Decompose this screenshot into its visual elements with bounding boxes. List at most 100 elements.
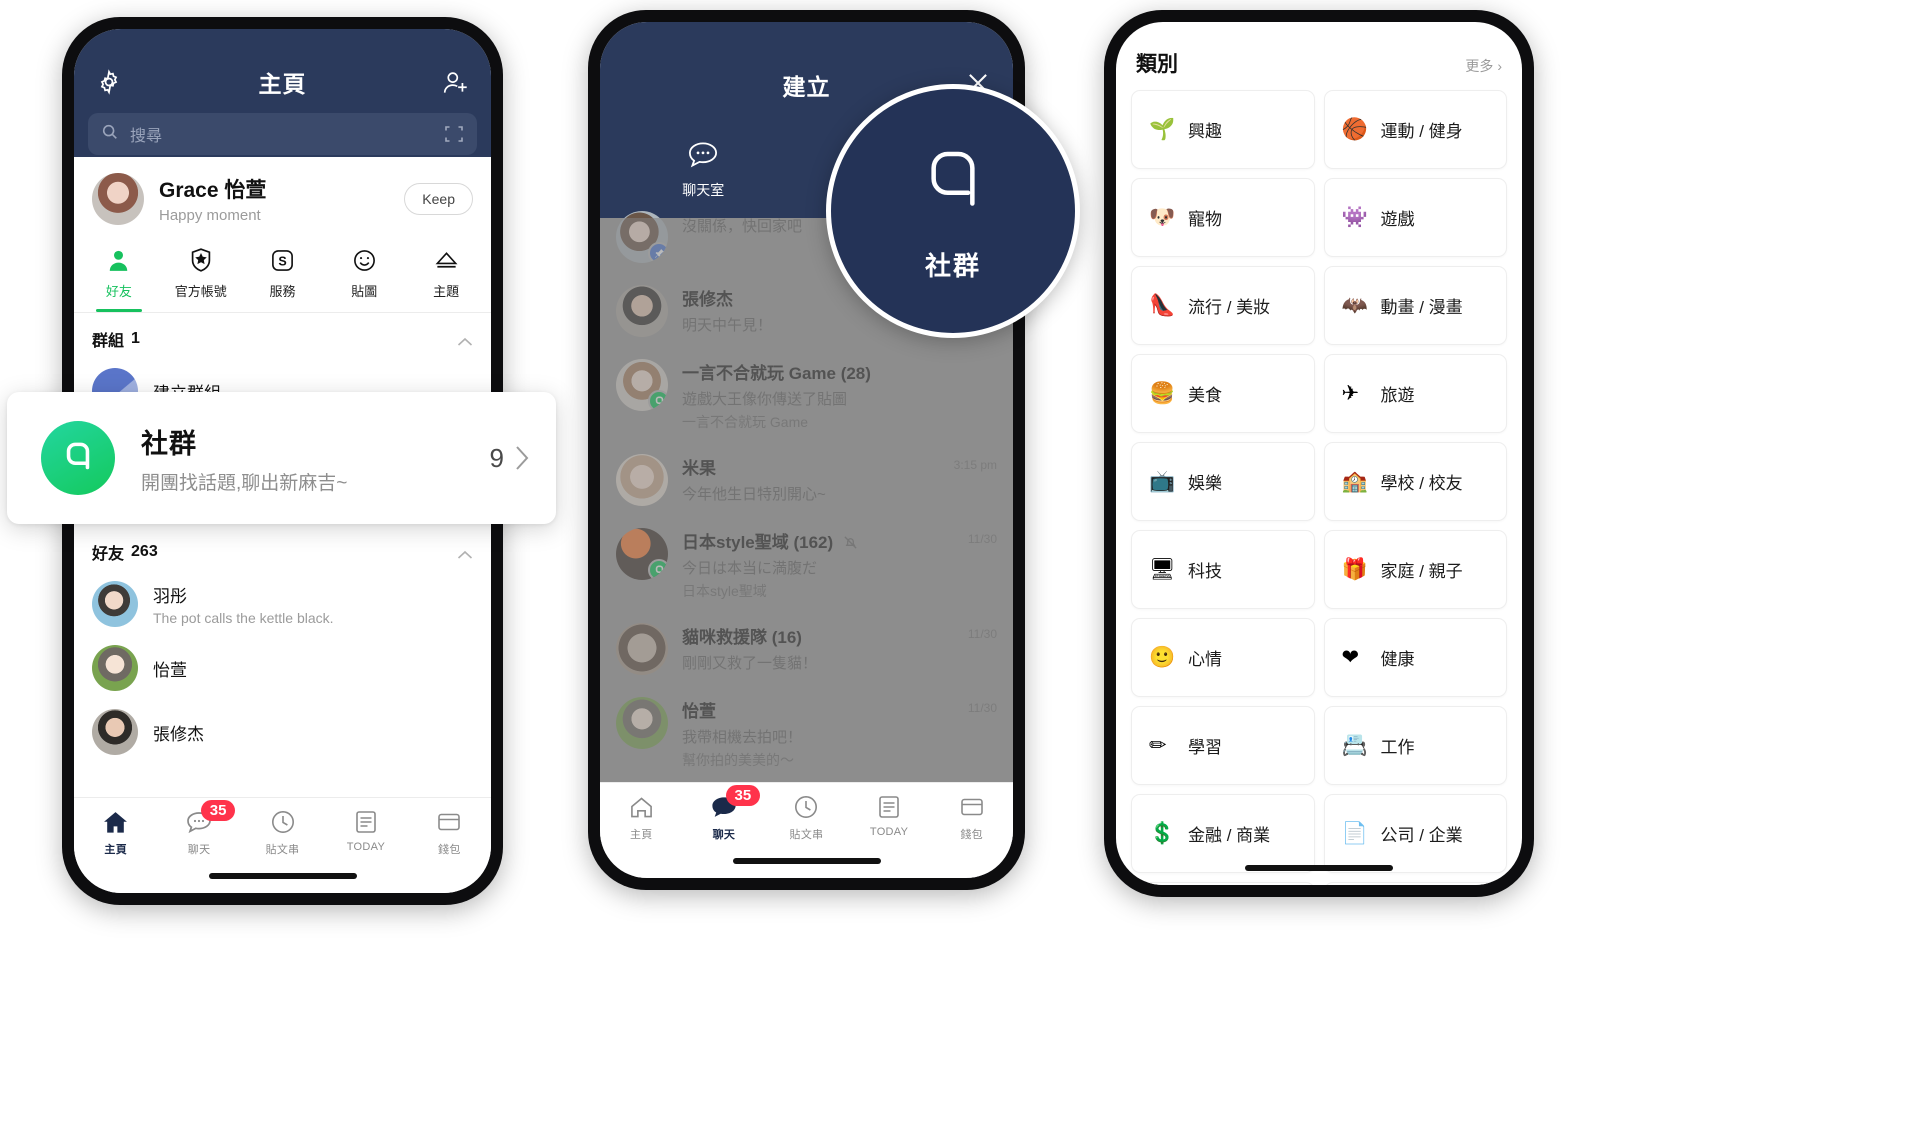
search-input[interactable]: 搜尋 [88, 113, 477, 155]
tab-stickers[interactable]: 貼圖 [323, 245, 405, 312]
list-item[interactable]: 張修杰 [74, 700, 491, 764]
tab-services[interactable]: S 服務 [242, 245, 324, 312]
category-label: 動畫 / 漫畫 [1380, 298, 1463, 317]
chat-body: 一言不合就玩 Game (28) 遊戲大王像你傳送了貼圖 一言不合就玩 Game [682, 359, 991, 432]
category-anime-comics[interactable]: 🦇 動畫 / 漫畫 [1323, 266, 1507, 345]
chat-body: 貓咪救援隊 (16) 剛剛又救了一隻貓！ [682, 623, 962, 673]
create-tab-chatroom[interactable]: 聊天室 [600, 138, 807, 200]
tab-label: 好友 [105, 284, 132, 299]
avatar[interactable] [92, 173, 144, 225]
nav-today[interactable]: TODAY [848, 792, 931, 838]
profile-name-en: Grace [159, 179, 219, 202]
list-item-label: 怡萱 [153, 660, 187, 680]
nav-label: 貼文串 [789, 829, 824, 841]
sticker-smiley-icon [323, 245, 405, 275]
openchat-promo-card[interactable]: 社群 開團找話題,聊出新麻吉~ 9 [7, 392, 556, 524]
airplane-icon: ✈ [1341, 381, 1360, 405]
tab-friends[interactable]: 好友 [78, 245, 160, 312]
openchat-badge-icon [648, 390, 668, 411]
more-label: 更多 [1465, 58, 1494, 74]
category-food[interactable]: 🍔 美食 [1131, 354, 1315, 433]
chevron-right-icon[interactable] [514, 444, 530, 472]
smiley-icon: 🙂 [1149, 645, 1176, 669]
category-grid: 🌱 興趣 🏀 運動 / 健身 🐶 寵物 👾 遊戲 👠 流行 / 美妝 🦇 動畫 … [1116, 90, 1522, 885]
chevron-right-icon: › [1497, 58, 1502, 74]
categories-header: 類別 更多 › [1116, 22, 1522, 90]
nav-timeline[interactable]: 貼文串 [241, 807, 324, 857]
nav-chats[interactable]: 35 聊天 [157, 800, 240, 857]
category-other[interactable]: 💬 其他 [1323, 882, 1507, 885]
category-interests[interactable]: 🌱 興趣 [1131, 90, 1315, 169]
openchat-card-subtitle: 開團找話題,聊出新麻吉~ [141, 472, 348, 494]
chat-time: 11/30 [967, 627, 997, 641]
chat-dots-icon [600, 138, 807, 172]
openchat-a-icon [910, 139, 996, 230]
page-title: 主頁 [258, 71, 307, 97]
nav-wallet[interactable]: 錢包 [930, 792, 1013, 842]
tab-themes[interactable]: 主題 [405, 245, 487, 312]
openchat-spotlight[interactable]: 社群 [826, 84, 1080, 338]
phone-3-categories: 類別 更多 › 🌱 興趣 🏀 運動 / 健身 🐶 寵物 👾 遊戲 👠 流行 / … [1104, 10, 1534, 897]
category-travel[interactable]: ✈ 旅遊 [1323, 354, 1507, 433]
category-family-parenting[interactable]: 🎁 家庭 / 親子 [1323, 530, 1507, 609]
category-games[interactable]: 👾 遊戲 [1323, 178, 1507, 257]
groups-section-header[interactable]: 群組 1 [74, 313, 491, 359]
chat-name: 怡萱 [682, 702, 716, 721]
phone-3-screen: 類別 更多 › 🌱 興趣 🏀 運動 / 健身 🐶 寵物 👾 遊戲 👠 流行 / … [1116, 22, 1522, 885]
nav-today[interactable]: TODAY [324, 807, 407, 853]
heart-icon: ❤ [1341, 645, 1360, 669]
chat-row[interactable]: 貓咪救援隊 (16) 剛剛又救了一隻貓！ 11/30 [600, 612, 1013, 686]
list-item[interactable]: 羽彤 The pot calls the kettle black. [74, 572, 491, 636]
category-entertainment[interactable]: 📺 娛樂 [1131, 442, 1315, 521]
category-school-alumni[interactable]: 🏫 學校 / 校友 [1323, 442, 1507, 521]
chat-row[interactable]: 怡萱 我帶相機去拍吧！ 幫你拍的美美的～ 11/30 [600, 686, 1013, 781]
chat-name: 一言不合就玩 Game (28) [682, 364, 871, 383]
category-fashion-beauty[interactable]: 👠 流行 / 美妝 [1131, 266, 1315, 345]
video-icon: 📺 [1149, 469, 1176, 493]
tab-official-accounts[interactable]: 官方帳號 [160, 245, 242, 312]
chat-row[interactable]: 一言不合就玩 Game (28) 遊戲大王像你傳送了貼圖 一言不合就玩 Game [600, 348, 1013, 443]
list-item-label: 張修杰 [153, 724, 204, 744]
category-pets[interactable]: 🐶 寵物 [1131, 178, 1315, 257]
id-card-icon: 📇 [1341, 733, 1368, 757]
nav-chats[interactable]: 35 聊天 [683, 785, 766, 842]
category-mood[interactable]: 🙂 心情 [1131, 618, 1315, 697]
avatar [616, 623, 668, 675]
chat-time: 3:15 pm [953, 458, 997, 472]
nav-home[interactable]: 主頁 [600, 792, 683, 842]
list-item-status: The pot calls the kettle black. [153, 610, 334, 626]
friends-tab-strip: 好友 官方帳號 S 服務 貼圖 主題 [74, 237, 491, 312]
chat-row[interactable]: 日本style聖域 (162) 今日は本当に満腹だ 日本style聖域 11/3… [600, 517, 1013, 612]
category-company-enterprise[interactable]: 📄 公司 / 企業 [1323, 794, 1507, 873]
friends-section-header[interactable]: 好友 263 [74, 526, 491, 572]
keep-button[interactable]: Keep [404, 183, 473, 215]
add-friend-icon[interactable] [441, 69, 471, 97]
chevron-up-icon[interactable] [457, 334, 473, 346]
category-work[interactable]: 📇 工作 [1323, 706, 1507, 785]
high-heel-icon: 👠 [1149, 293, 1176, 317]
qr-scan-icon[interactable] [444, 124, 464, 144]
more-link[interactable]: 更多 › [1465, 56, 1502, 76]
category-label: 娛樂 [1188, 474, 1222, 493]
nav-wallet[interactable]: 錢包 [408, 807, 491, 857]
category-technology[interactable]: 🖥 科技 [1131, 530, 1315, 609]
groups-count: 1 [131, 330, 140, 347]
category-learning[interactable]: ✏ 學習 [1131, 706, 1315, 785]
list-item[interactable]: 怡萱 [74, 636, 491, 700]
home-indicator [208, 873, 357, 879]
nav-home[interactable]: 主頁 [74, 807, 157, 857]
chevron-up-icon[interactable] [457, 547, 473, 559]
chat-row[interactable]: 米果 今年他生日特別開心~ 3:15 pm [600, 443, 1013, 517]
category-groups-organizations[interactable]: 🚩 團體 / 組織 [1131, 882, 1315, 885]
wallet-icon [930, 792, 1013, 822]
pin-badge-icon [648, 242, 668, 263]
profile-row[interactable]: Grace 怡萱 Happy moment Keep [74, 157, 491, 237]
category-finance-business[interactable]: 💲 金融 / 商業 [1131, 794, 1315, 873]
category-sports-fitness[interactable]: 🏀 運動 / 健身 [1323, 90, 1507, 169]
chat-name: 貓咪救援隊 (16) [682, 628, 802, 647]
category-health[interactable]: ❤ 健康 [1323, 618, 1507, 697]
nav-timeline[interactable]: 貼文串 [765, 792, 848, 842]
openchat-card-count: 9 [489, 442, 504, 473]
school-icon: 🏫 [1341, 469, 1368, 493]
profile-status: Happy moment [159, 207, 261, 224]
